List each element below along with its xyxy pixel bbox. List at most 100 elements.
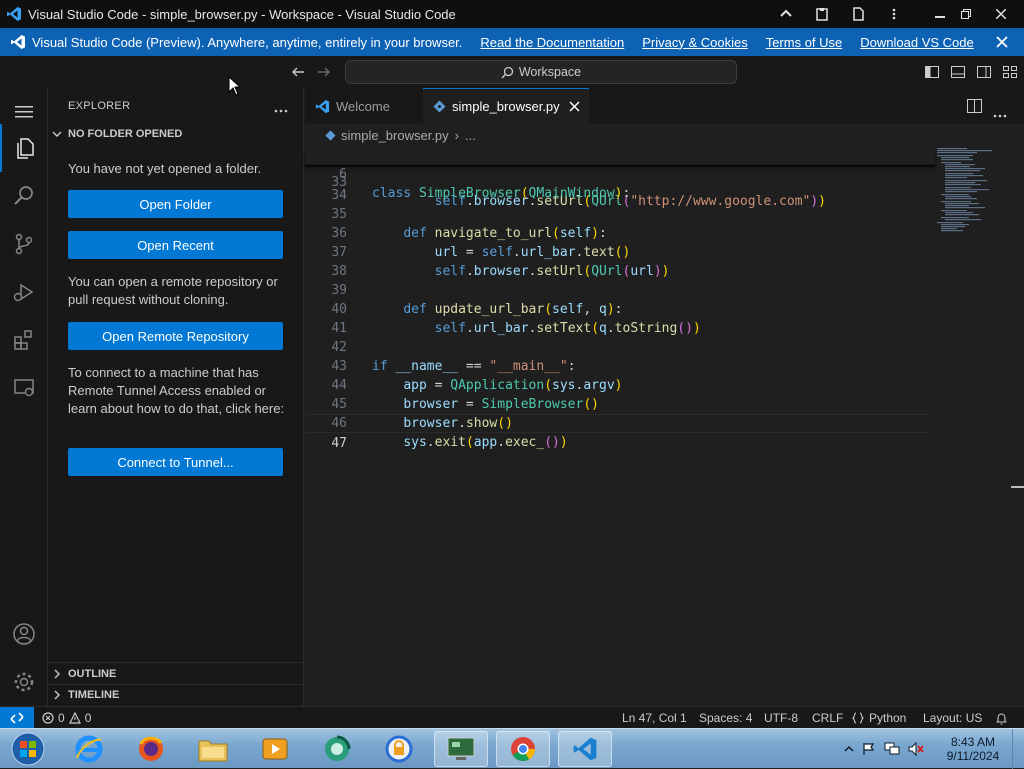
breadcrumb-more[interactable]: ... <box>465 128 476 143</box>
close-tab-icon[interactable] <box>569 101 580 112</box>
tab-label: Welcome <box>336 98 390 114</box>
vpn-app-icon[interactable] <box>372 731 426 767</box>
tab-simple-browser[interactable]: simple_browser.py <box>423 88 589 124</box>
banner-link-download[interactable]: Download VS Code <box>860 35 973 50</box>
network-icon[interactable] <box>884 742 900 756</box>
clock[interactable]: 8:43 AM 9/11/2024 <box>940 729 1006 769</box>
line-ending[interactable]: CRLF <box>812 707 843 729</box>
minimap[interactable] <box>935 146 1015 246</box>
window-title: Visual Studio Code - simple_browser.py -… <box>28 6 456 22</box>
open-remote-repository-button[interactable]: Open Remote Repository <box>68 322 283 350</box>
customize-layout-icon[interactable] <box>1002 64 1018 85</box>
outline-section-header[interactable]: OUTLINE <box>52 668 116 680</box>
sticky-scroll-line[interactable]: 6 class SimpleBrowser(QMainWindow): <box>305 146 935 201</box>
clipboard-icon[interactable] <box>804 0 840 28</box>
clock-time: 8:43 AM <box>950 735 996 749</box>
close-banner-icon[interactable] <box>994 34 1010 53</box>
vscode-logo-icon <box>315 99 330 114</box>
code-line: 35 def navigate_to_url(self): <box>305 186 935 241</box>
preview-banner: Visual Studio Code (Preview). Anywhere, … <box>0 28 1024 56</box>
language-label: Python <box>869 711 907 725</box>
source-control-icon[interactable] <box>0 220 48 268</box>
code-line: 42 if __name__ == "__main__": <box>305 319 935 374</box>
notifications-bell-icon[interactable] <box>995 707 1008 729</box>
extensions-icon[interactable] <box>0 316 48 364</box>
banner-link-privacy[interactable]: Privacy & Cookies <box>642 35 747 50</box>
keyboard-layout[interactable]: Layout: US <box>923 707 982 729</box>
media-player-icon[interactable] <box>248 731 302 767</box>
run-debug-icon[interactable] <box>0 268 48 316</box>
show-hidden-icons-icon[interactable] <box>844 744 854 754</box>
no-folder-message: You have not yet opened a folder. <box>68 161 262 176</box>
cursor-position[interactable]: Ln 47, Col 1 <box>622 707 687 729</box>
connect-to-tunnel-button[interactable]: Connect to Tunnel... <box>68 448 283 476</box>
code-line: 39 def update_url_bar(self, q): <box>305 262 935 317</box>
start-button[interactable] <box>2 731 54 767</box>
activity-bar <box>0 88 48 706</box>
more-actions-icon[interactable] <box>993 105 1007 123</box>
vscode-taskbar-icon[interactable] <box>558 731 612 767</box>
show-desktop-button[interactable] <box>1012 729 1024 769</box>
banner-link-documentation[interactable]: Read the Documentation <box>480 35 624 50</box>
status-bar: 0 0 Ln 47, Col 1 Spaces: 4 UTF-8 CRLF Py… <box>0 706 1024 729</box>
problems-indicator[interactable]: 0 0 <box>42 707 91 729</box>
settings-gear-icon[interactable] <box>0 658 48 706</box>
restore-button[interactable] <box>953 0 979 28</box>
sidebar-title: EXPLORER <box>68 100 131 112</box>
code-line: 45 browser.show() <box>305 376 935 431</box>
scrollbar-marker[interactable] <box>1011 486 1024 488</box>
internet-explorer-icon[interactable] <box>62 731 116 767</box>
language-mode[interactable]: Python <box>852 707 906 729</box>
code-editor[interactable]: 33 self.browser.setUrl(QUrl("http://www.… <box>305 146 935 706</box>
no-folder-section-header[interactable]: NO FOLDER OPENED <box>52 128 182 140</box>
toggle-secondary-sidebar-icon[interactable] <box>976 64 992 85</box>
green-app-icon[interactable] <box>310 731 364 767</box>
command-center-search[interactable]: Workspace <box>345 60 737 84</box>
volume-muted-icon[interactable] <box>908 742 924 756</box>
vscode-logo-icon <box>10 34 26 50</box>
file-explorer-icon[interactable] <box>186 731 240 767</box>
command-center-label: Workspace <box>518 65 582 79</box>
error-icon <box>42 712 54 724</box>
breadcrumb-file[interactable]: simple_browser.py <box>341 128 449 143</box>
split-editor-icon[interactable] <box>967 99 982 118</box>
toggle-panel-icon[interactable] <box>950 64 966 85</box>
timeline-section-header[interactable]: TIMELINE <box>52 689 119 701</box>
toggle-sidebar-icon[interactable] <box>924 64 940 85</box>
windows-taskbar: 8:43 AM 9/11/2024 <box>0 728 1024 769</box>
more-vertical-icon[interactable] <box>876 0 912 28</box>
remote-explorer-icon[interactable] <box>0 364 48 412</box>
chrome-icon[interactable] <box>496 731 550 767</box>
python-file-icon <box>433 100 446 113</box>
more-actions-icon[interactable] <box>274 100 288 118</box>
python-file-icon <box>325 129 336 141</box>
code-line: 41 <box>305 300 935 336</box>
divider <box>48 684 303 685</box>
explorer-icon[interactable] <box>0 124 48 172</box>
braces-icon <box>852 712 864 724</box>
action-center-flag-icon[interactable] <box>862 742 876 756</box>
chevron-down-icon <box>52 131 62 137</box>
code-line: 44 browser = SimpleBrowser() <box>305 357 935 412</box>
firefox-icon[interactable] <box>124 731 178 767</box>
breadcrumb-separator-icon: › <box>454 127 459 143</box>
remote-indicator-icon[interactable] <box>0 707 34 729</box>
forward-arrow-icon[interactable] <box>316 64 332 85</box>
open-recent-button[interactable]: Open Recent <box>68 231 283 259</box>
timeline-label: TIMELINE <box>68 689 120 701</box>
open-folder-button[interactable]: Open Folder <box>68 190 283 218</box>
file-sync-icon[interactable] <box>840 0 876 28</box>
tab-label: simple_browser.py <box>452 99 560 114</box>
indentation[interactable]: Spaces: 4 <box>699 707 752 729</box>
search-icon[interactable] <box>0 172 48 220</box>
close-window-button[interactable] <box>979 0 1023 28</box>
back-arrow-icon[interactable] <box>290 64 306 85</box>
account-icon[interactable] <box>0 610 48 658</box>
tab-welcome[interactable]: Welcome <box>305 88 423 124</box>
banner-link-terms[interactable]: Terms of Use <box>766 35 843 50</box>
chevron-up-icon[interactable] <box>768 0 804 28</box>
encoding[interactable]: UTF-8 <box>764 707 798 729</box>
minimize-button[interactable] <box>927 0 953 28</box>
remote-desktop-icon[interactable] <box>434 731 488 767</box>
code-line: 38 <box>305 243 935 279</box>
